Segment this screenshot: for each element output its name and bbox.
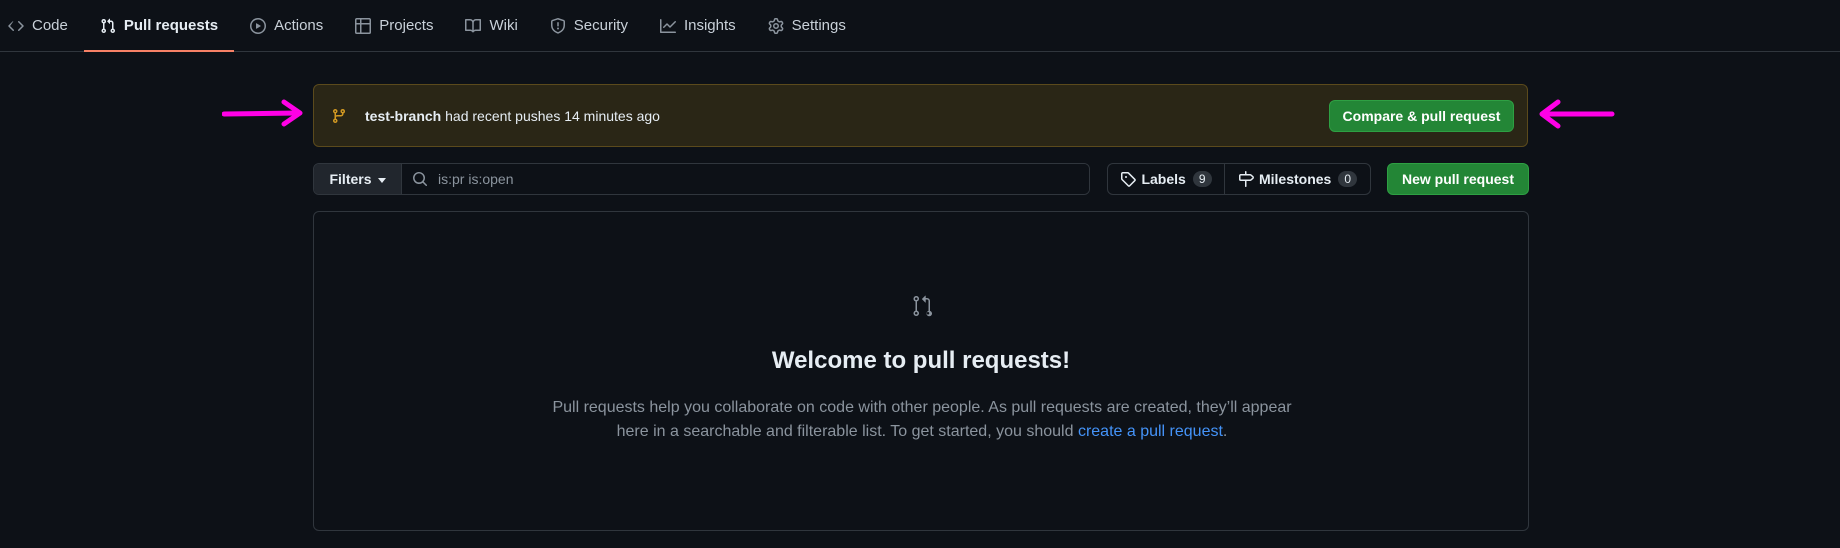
play-icon: [250, 17, 267, 34]
milestones-count-badge: 0: [1338, 171, 1358, 187]
filters-dropdown-button[interactable]: Filters: [314, 164, 402, 194]
table-icon: [355, 17, 372, 34]
repo-nav: Code Pull requests Actions Projects Wiki…: [0, 0, 1840, 52]
milestones-button[interactable]: Milestones 0: [1225, 164, 1370, 194]
tab-code-label: Code: [32, 17, 68, 34]
tab-actions[interactable]: Actions: [234, 0, 339, 51]
search-box: [402, 164, 1089, 194]
branch-name-link[interactable]: test-branch: [365, 108, 441, 124]
tab-pull-requests-label: Pull requests: [123, 17, 219, 34]
tab-actions-label: Actions: [274, 17, 324, 34]
banner-message: test-branch had recent pushes 14 minutes…: [365, 108, 660, 124]
labels-label: Labels: [1141, 171, 1186, 187]
tab-code[interactable]: Code: [8, 0, 84, 51]
tab-projects[interactable]: Projects: [339, 0, 449, 51]
tab-projects-label: Projects: [379, 17, 434, 34]
milestone-icon: [1238, 171, 1254, 187]
filter-search-group: Filters: [313, 163, 1090, 195]
labels-count-badge: 9: [1192, 171, 1212, 187]
code-icon: [8, 20, 24, 31]
pink-arrow-right-icon: [222, 99, 303, 127]
tag-icon: [1121, 172, 1137, 187]
banner-push-text: had recent pushes 14 minutes ago: [445, 107, 660, 124]
tab-insights[interactable]: Insights: [644, 0, 752, 51]
pink-arrow-left-icon: [1539, 99, 1615, 129]
labels-button[interactable]: Labels 9: [1108, 164, 1225, 194]
search-pull-requests-input[interactable]: [436, 170, 1089, 188]
blankslate-description: Pull requests help you collaborate on co…: [552, 396, 1292, 444]
labels-milestones-group: Labels 9 Milestones 0: [1107, 163, 1371, 195]
pull-requests-blankslate: Welcome to pull requests! Pull requests …: [313, 211, 1529, 531]
tab-wiki-label: Wiki: [489, 17, 518, 34]
recent-push-banner: test-branch had recent pushes 14 minutes…: [313, 84, 1528, 147]
create-pull-request-link[interactable]: create a pull request: [1078, 423, 1223, 440]
graph-icon: [659, 18, 676, 33]
git-branch-icon: [332, 108, 345, 123]
shield-icon: [550, 17, 565, 34]
gear-icon: [768, 17, 784, 34]
search-icon: [413, 172, 428, 187]
triangle-down-icon: [377, 177, 386, 183]
tab-security-label: Security: [573, 17, 628, 34]
blankslate-description-suffix: .: [1222, 423, 1228, 440]
blankslate-title: Welcome to pull requests!: [771, 347, 1071, 374]
tab-wiki[interactable]: Wiki: [449, 0, 533, 51]
compare-pull-request-button[interactable]: Compare & pull request: [1329, 99, 1514, 132]
tab-settings[interactable]: Settings: [752, 0, 862, 51]
milestones-label: Milestones: [1258, 171, 1332, 187]
git-pull-request-icon: [101, 18, 115, 33]
tab-insights-label: Insights: [683, 17, 736, 34]
git-pull-request-icon: [913, 295, 933, 317]
tab-settings-label: Settings: [791, 17, 846, 34]
book-icon: [465, 18, 482, 32]
tab-pull-requests[interactable]: Pull requests: [83, 0, 235, 52]
new-pull-request-button[interactable]: New pull request: [1387, 163, 1529, 195]
tab-security[interactable]: Security: [534, 0, 644, 51]
filters-label: Filters: [329, 171, 372, 187]
